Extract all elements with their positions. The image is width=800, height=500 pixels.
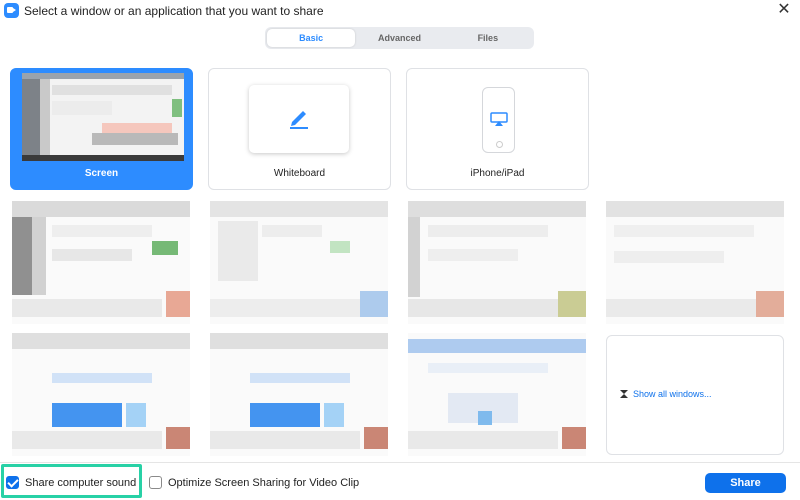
title-bar: Select a window or an application that y… (0, 0, 800, 22)
window-title: Select a window or an application that y… (24, 4, 324, 18)
window-thumbnail[interactable] (606, 201, 784, 324)
pencil-icon (290, 111, 308, 129)
screen-thumbnail (22, 73, 184, 161)
tab-basic[interactable]: Basic (267, 29, 356, 47)
expand-all-icon (620, 390, 628, 398)
share-sound-checkbox[interactable] (6, 476, 19, 489)
tab-files[interactable]: Files (444, 29, 532, 47)
close-button[interactable]: ✕ (768, 0, 800, 22)
optimize-video-option[interactable]: Optimize Screen Sharing for Video Clip (149, 476, 359, 489)
window-thumbnail[interactable] (408, 201, 586, 324)
window-thumbnail[interactable] (210, 201, 388, 324)
source-screen-label: Screen (84, 168, 119, 179)
source-screen[interactable]: Screen (10, 68, 193, 190)
zoom-app-icon (4, 3, 19, 18)
source-iphone-ipad[interactable]: iPhone/iPad (406, 68, 589, 190)
share-tabs: Basic Advanced Files (265, 27, 534, 49)
tab-advanced[interactable]: Advanced (355, 29, 443, 47)
show-all-windows-card[interactable]: Show all windows... (606, 335, 784, 455)
window-thumbnail[interactable] (210, 333, 388, 456)
source-whiteboard-label: Whiteboard (273, 168, 326, 179)
share-sound-option[interactable]: Share computer sound (6, 476, 136, 489)
airplay-icon (490, 112, 508, 126)
show-all-windows-link[interactable]: Show all windows... (633, 389, 712, 399)
whiteboard-tile (249, 85, 349, 153)
source-whiteboard[interactable]: Whiteboard (208, 68, 391, 190)
window-thumbnail[interactable] (408, 333, 586, 456)
share-sound-label: Share computer sound (25, 476, 137, 489)
optimize-video-checkbox[interactable] (149, 476, 162, 489)
share-button[interactable]: Share (705, 473, 786, 493)
source-iphone-ipad-label: iPhone/iPad (470, 168, 525, 179)
phone-frame (482, 87, 515, 153)
window-thumbnail[interactable] (12, 201, 190, 324)
optimize-video-label: Optimize Screen Sharing for Video Clip (168, 476, 360, 489)
window-thumbnail[interactable] (12, 333, 190, 456)
